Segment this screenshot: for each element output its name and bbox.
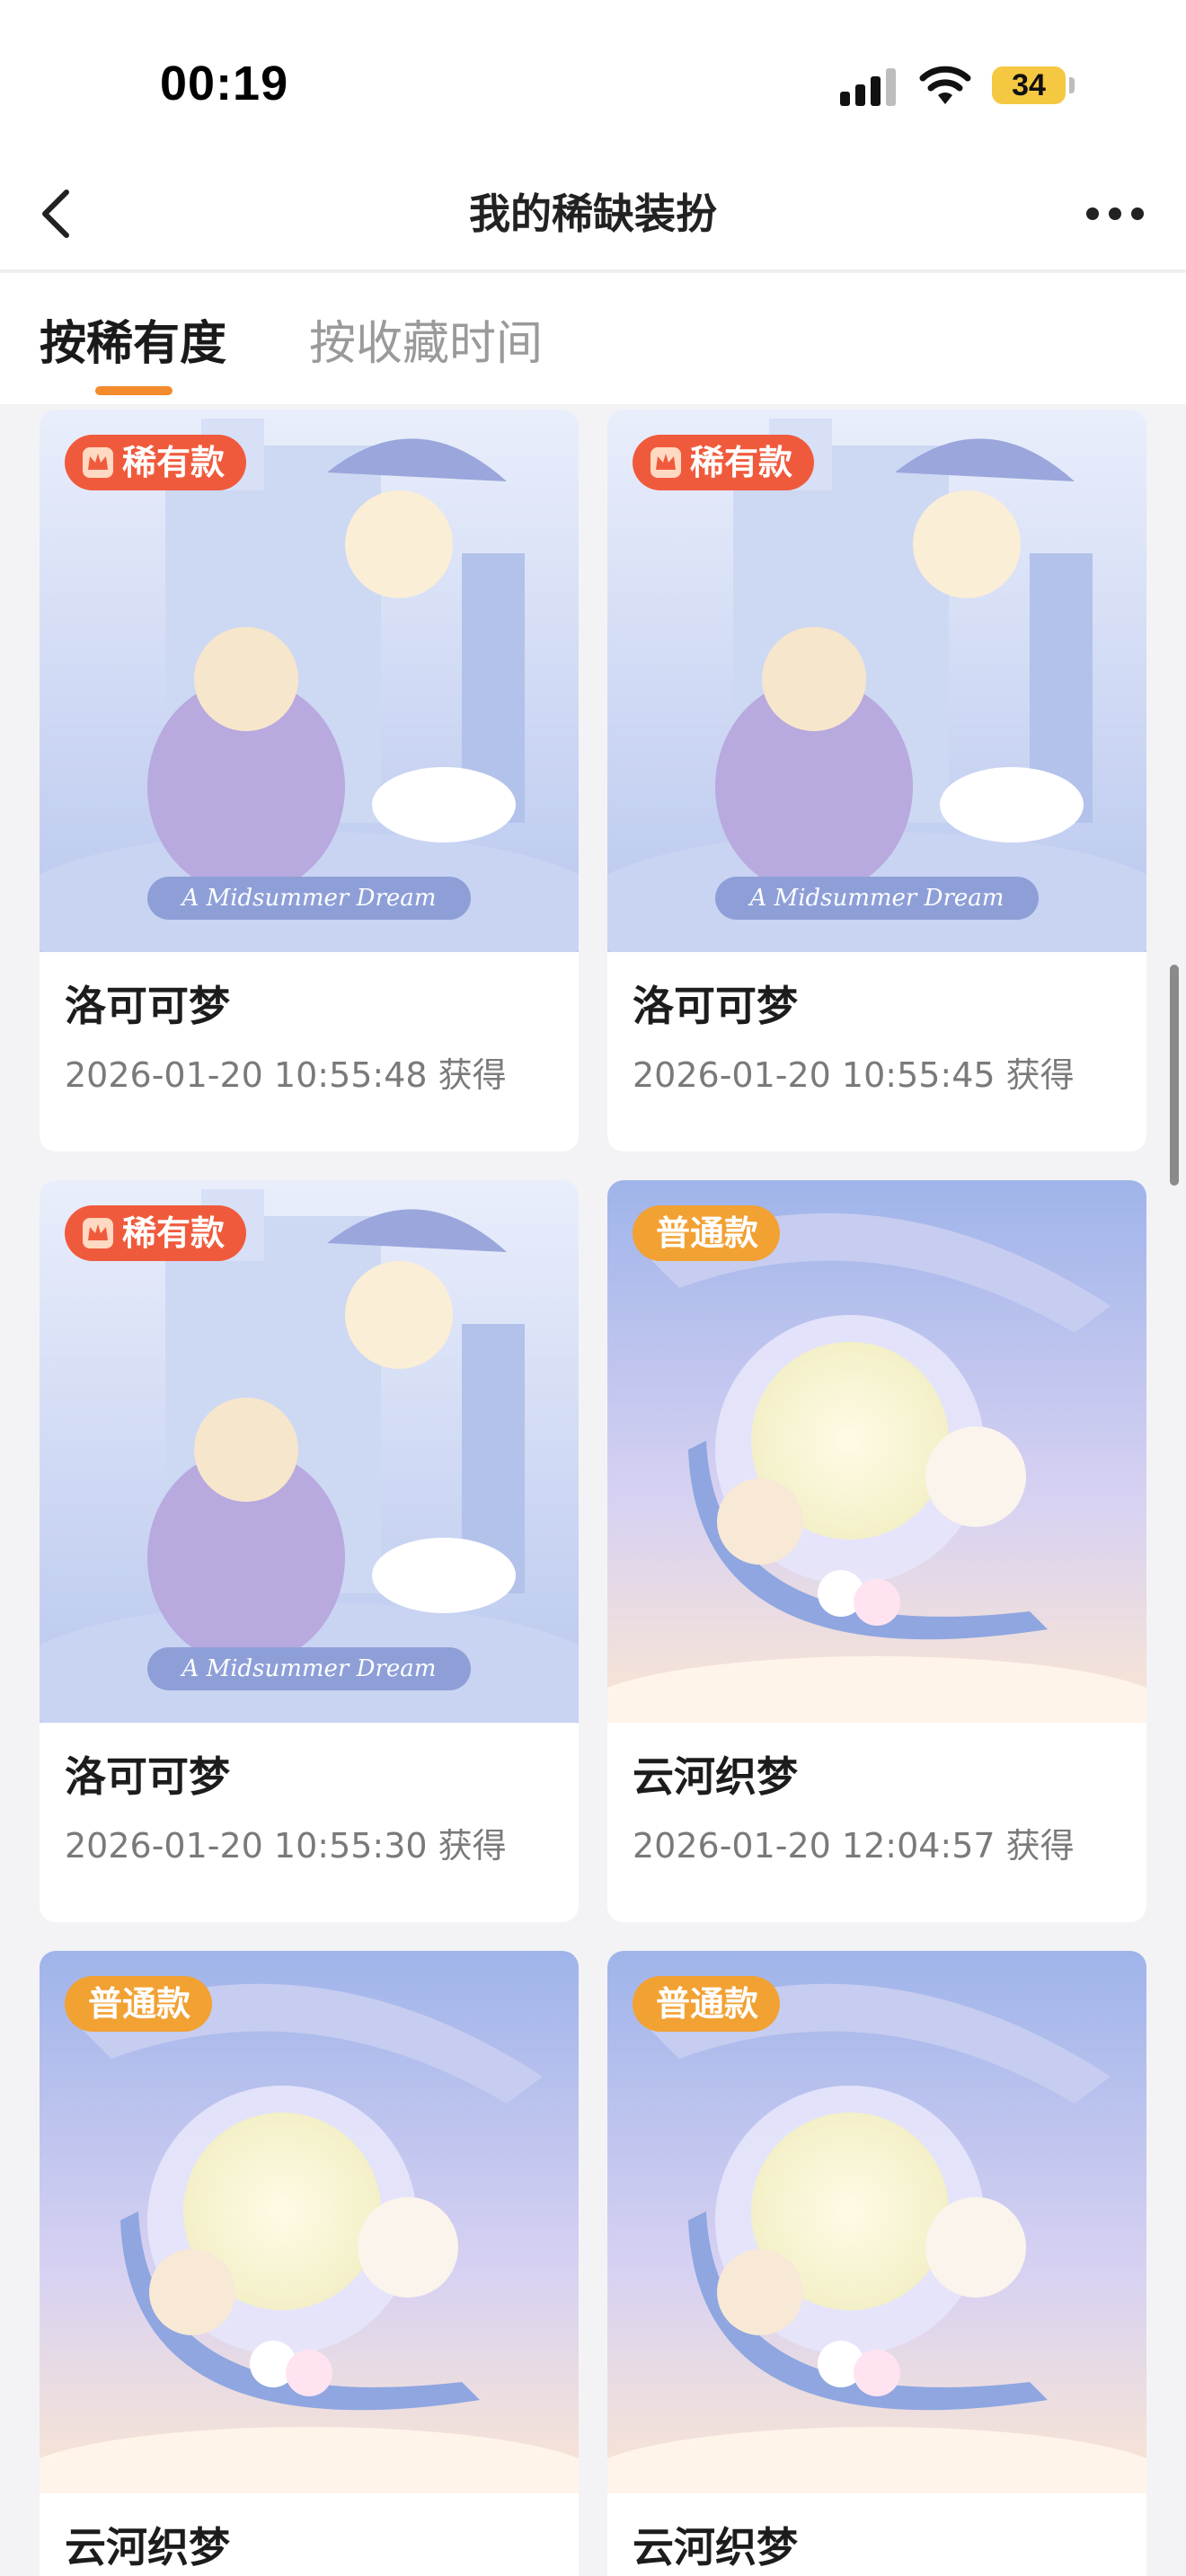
sort-tabs: 按稀有度 按收藏时间 [0,273,1186,404]
badge-label: 稀有款 [122,1213,226,1253]
card-artwork-rococo: A Midsummer Dream [40,410,579,952]
badge-label: 稀有款 [690,443,793,482]
item-name: 洛可可梦 [633,982,798,1030]
card-artwork-cloud-river [607,1180,1146,1723]
art-caption: A Midsummer Dream [748,885,1005,912]
card-artwork-rococo: A Midsummer Dream [607,410,1146,952]
art-caption: A Midsummer Dream [181,885,437,912]
obtained-time: 2026-01-20 10:55:48 获得 [65,1055,507,1095]
rarity-badge: 普通款 [65,1976,213,2032]
collection-card[interactable]: 普通款 云河织梦 [40,1951,579,2576]
status-bar: 00:19 34 [0,0,1186,162]
collection-card[interactable]: A Midsummer Dream 稀有款 洛可可梦 2026-01-20 10… [40,1180,579,1922]
card-artwork-rococo: A Midsummer Dream [40,1180,579,1723]
obtained-time: 2026-01-20 10:55:30 获得 [65,1826,507,1866]
crown-icon [83,1218,113,1248]
art-caption: A Midsummer Dream [181,1655,437,1682]
more-icon[interactable] [1075,187,1155,241]
wifi-icon [919,66,971,104]
item-name: 云河织梦 [633,2523,798,2572]
signal-icon [840,68,896,106]
rarity-badge: 稀有款 [633,435,815,490]
collection-card[interactable]: A Midsummer Dream 稀有款 洛可可梦 2026-01-20 10… [607,410,1146,1151]
item-name: 云河织梦 [65,2523,230,2572]
collection-card[interactable]: 普通款 云河织梦 2026-01-20 12:04:57 获得 [607,1180,1146,1922]
card-artwork-cloud-river [607,1951,1146,2493]
battery-level: 34 [1012,68,1046,102]
item-name: 洛可可梦 [65,982,230,1030]
collection-card[interactable]: 普通款 云河织梦 [607,1951,1146,2576]
badge-label: 普通款 [656,1984,759,2024]
rarity-badge: 普通款 [633,1205,781,1261]
collection-card[interactable]: A Midsummer Dream 稀有款 洛可可梦 2026-01-20 10… [40,410,579,1151]
tab-active-indicator [95,386,173,395]
scrollbar[interactable] [1170,965,1179,1186]
rarity-badge: 稀有款 [65,1205,247,1261]
badge-label: 稀有款 [122,443,226,482]
nav-bar: 我的稀缺装扮 [0,162,1186,271]
collection-grid: A Midsummer Dream 稀有款 洛可可梦 2026-01-20 10… [40,410,1146,2576]
crown-icon [651,447,681,478]
badge-label: 普通款 [656,1213,759,1253]
battery-icon: 34 [992,66,1075,104]
obtained-time: 2026-01-20 12:04:57 获得 [633,1826,1075,1866]
crown-icon [83,447,113,478]
page-title: 我的稀缺装扮 [469,190,717,238]
rarity-badge: 稀有款 [65,435,247,490]
status-time: 00:19 [160,57,289,110]
rarity-badge: 普通款 [633,1976,781,2032]
item-name: 洛可可梦 [65,1752,230,1801]
badge-label: 普通款 [88,1984,191,2024]
tab-by-rarity[interactable]: 按稀有度 [40,305,226,373]
tab-by-collect-time[interactable]: 按收藏时间 [309,305,543,373]
item-name: 云河织梦 [633,1752,798,1801]
card-artwork-cloud-river [40,1951,579,2493]
obtained-time: 2026-01-20 10:55:45 获得 [633,1055,1075,1095]
